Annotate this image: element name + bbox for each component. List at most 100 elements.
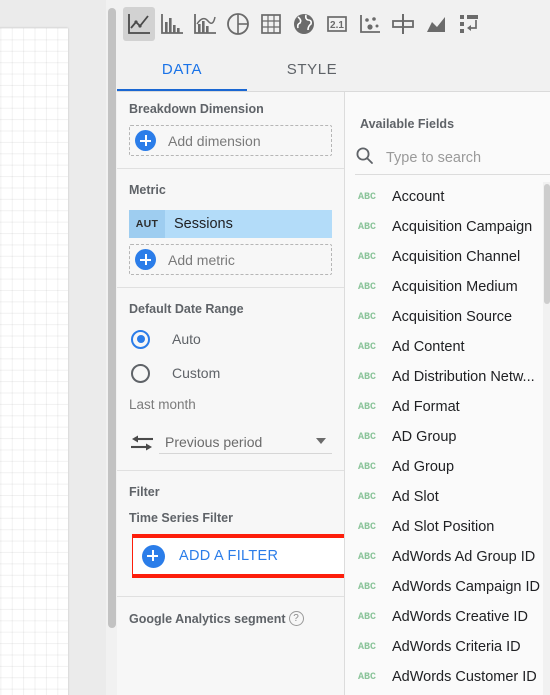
- comparison-period-value: Previous period: [165, 433, 263, 450]
- ga-segment-title: Google Analytics segment: [129, 611, 286, 626]
- comparison-period-select[interactable]: Previous period: [159, 430, 332, 454]
- pie-chart-icon[interactable]: [222, 7, 254, 41]
- properties-column: Breakdown Dimension Add dimension Metric…: [117, 92, 345, 695]
- table-chart-icon[interactable]: [255, 7, 287, 41]
- field-list-item[interactable]: ABC Acquisition Channel: [345, 242, 550, 272]
- field-list-item[interactable]: ABC Acquisition Campaign: [345, 212, 550, 242]
- text-type-abc-icon: ABC: [358, 281, 377, 293]
- scatter-chart-icon[interactable]: [354, 7, 386, 41]
- date-range-option-custom[interactable]: Custom: [129, 358, 332, 388]
- field-list-item-label: Ad Group: [392, 459, 455, 475]
- field-list-item[interactable]: ABC AdWords Ad Group ID: [345, 542, 550, 572]
- field-list-item[interactable]: ABC Ad Distribution Netw...: [345, 362, 550, 392]
- add-a-filter-label: ADD A FILTER: [179, 548, 279, 564]
- metric-title: Metric: [129, 183, 166, 197]
- field-list-item-label: AD Group: [392, 429, 457, 445]
- field-list-item[interactable]: ABC Ad Slot Position: [345, 512, 550, 542]
- svg-text:2.1: 2.1: [330, 20, 344, 31]
- date-range-option-custom-label: Custom: [172, 365, 221, 381]
- text-type-abc-icon: ABC: [358, 341, 377, 353]
- field-list-item-label: Ad Slot Position: [392, 519, 495, 535]
- area-chart-icon[interactable]: [420, 7, 452, 41]
- search-input[interactable]: [386, 150, 536, 166]
- text-type-abc-icon: ABC: [358, 401, 377, 413]
- field-search-row[interactable]: [355, 142, 545, 174]
- ga-segment-section: Google Analytics segment ?: [117, 597, 344, 640]
- bullet-chart-icon[interactable]: [387, 7, 419, 41]
- report-canvas-area[interactable]: 600K Pa... ush in View ncisco: [0, 0, 106, 695]
- text-type-abc-icon: ABC: [358, 221, 377, 233]
- available-fields-list[interactable]: ABC Account ABC Acquisition Campaign ABC Acqu…: [345, 182, 550, 695]
- tab-style[interactable]: STYLE: [247, 47, 377, 92]
- metric-chip-sessions[interactable]: AUT Sessions: [129, 210, 332, 238]
- add-metric-button[interactable]: Add metric: [129, 244, 332, 275]
- combo-chart-icon[interactable]: [189, 7, 221, 41]
- geo-map-icon[interactable]: [288, 7, 320, 41]
- field-list-item[interactable]: ABC Ad Content: [345, 332, 550, 362]
- time-series-chart-icon[interactable]: [123, 6, 155, 41]
- available-fields-title: Available Fields: [360, 117, 455, 131]
- field-list-item[interactable]: ABC Acquisition Medium: [345, 272, 550, 302]
- radio-selected-icon: [131, 329, 150, 349]
- add-dimension-label: Add dimension: [168, 132, 261, 149]
- radio-unselected-icon: [131, 363, 150, 383]
- bar-chart-icon[interactable]: [156, 7, 188, 41]
- field-list-item[interactable]: ABC AdWords Campaign ID: [345, 572, 550, 602]
- panel-columns: Breakdown Dimension Add dimension Metric…: [117, 92, 550, 695]
- text-type-abc-icon: ABC: [358, 431, 377, 443]
- field-list-item[interactable]: ABC Ad Group: [345, 452, 550, 482]
- pivot-table-icon[interactable]: [453, 7, 485, 41]
- field-list-item-label: Acquisition Source: [392, 309, 513, 325]
- text-type-abc-icon: ABC: [358, 551, 377, 563]
- field-list-item-label: Acquisition Channel: [392, 249, 521, 265]
- field-list-item-label: AdWords Customer ID: [392, 669, 537, 685]
- comparison-period-row[interactable]: Previous period: [129, 430, 332, 454]
- field-list-item[interactable]: ABC Acquisition Source: [345, 302, 550, 332]
- available-fields-column: Available Fields ABC Account ABC Acquisitio…: [345, 92, 550, 695]
- chart-type-toolbar: 2.1: [117, 0, 550, 47]
- field-list-item[interactable]: ABC Account: [345, 182, 550, 212]
- field-list-item-label: AdWords Ad Group ID: [392, 549, 536, 565]
- plus-circle-icon: [135, 130, 156, 151]
- field-list-item-label: Acquisition Campaign: [392, 219, 533, 235]
- text-type-abc-icon: ABC: [358, 491, 377, 503]
- tab-data[interactable]: DATA: [117, 47, 247, 92]
- properties-panel: 2.1 DATA STYLE Breakdown Dimension Add d…: [117, 0, 550, 695]
- field-list-item[interactable]: ABC AdWords Customer ID: [345, 662, 550, 692]
- field-list-item[interactable]: ABC AdWords Creative ID: [345, 602, 550, 632]
- text-type-abc-icon: ABC: [358, 521, 377, 533]
- search-underline: [355, 174, 550, 175]
- help-question-icon[interactable]: ?: [288, 611, 304, 626]
- text-type-abc-icon: ABC: [358, 311, 377, 323]
- scorecard-icon[interactable]: 2.1: [321, 7, 353, 41]
- field-list-item-label: Ad Slot: [392, 489, 439, 505]
- field-list-item-label: AdWords Creative ID: [392, 609, 528, 625]
- text-type-abc-icon: ABC: [358, 641, 377, 653]
- field-list-item[interactable]: ABC Ad Format: [345, 392, 550, 422]
- report-canvas-page[interactable]: 600K Pa... ush in View ncisco: [0, 28, 68, 695]
- chevron-down-icon: [316, 438, 326, 444]
- field-list-item[interactable]: ABC Ad Slot: [345, 482, 550, 512]
- plus-circle-icon: [135, 249, 156, 270]
- field-list-item-label: Ad Distribution Netw...: [392, 369, 535, 385]
- field-list-item-label: Account: [392, 189, 445, 205]
- filter-title: Filter: [129, 485, 160, 499]
- date-range-option-auto-label: Auto: [172, 331, 201, 347]
- text-type-abc-icon: ABC: [358, 671, 377, 683]
- field-list-item-label: AdWords Criteria ID: [392, 639, 521, 655]
- default-date-range-section: Default Date Range Auto Custom Last mont…: [117, 288, 344, 471]
- text-type-abc-icon: ABC: [358, 251, 377, 263]
- metric-section: Metric AUT Sessions Add metric: [117, 169, 344, 288]
- field-list-item[interactable]: ABC AdWords Criteria ID: [345, 632, 550, 662]
- field-list-item-label: Ad Format: [392, 399, 460, 415]
- metric-chip-label: Sessions: [174, 216, 233, 232]
- date-range-option-auto[interactable]: Auto: [129, 324, 332, 354]
- time-series-filter-subtitle: Time Series Filter: [129, 511, 233, 525]
- field-list-item[interactable]: ABC AD Group: [345, 422, 550, 452]
- default-date-range-title: Default Date Range: [129, 302, 244, 316]
- add-a-filter-button[interactable]: ADD A FILTER: [133, 538, 344, 574]
- add-dimension-button[interactable]: Add dimension: [129, 125, 332, 156]
- fields-scrollbar-thumb[interactable]: [543, 184, 550, 304]
- canvas-scrollbar-thumb[interactable]: [107, 8, 116, 628]
- breakdown-dimension-title: Breakdown Dimension: [129, 102, 264, 116]
